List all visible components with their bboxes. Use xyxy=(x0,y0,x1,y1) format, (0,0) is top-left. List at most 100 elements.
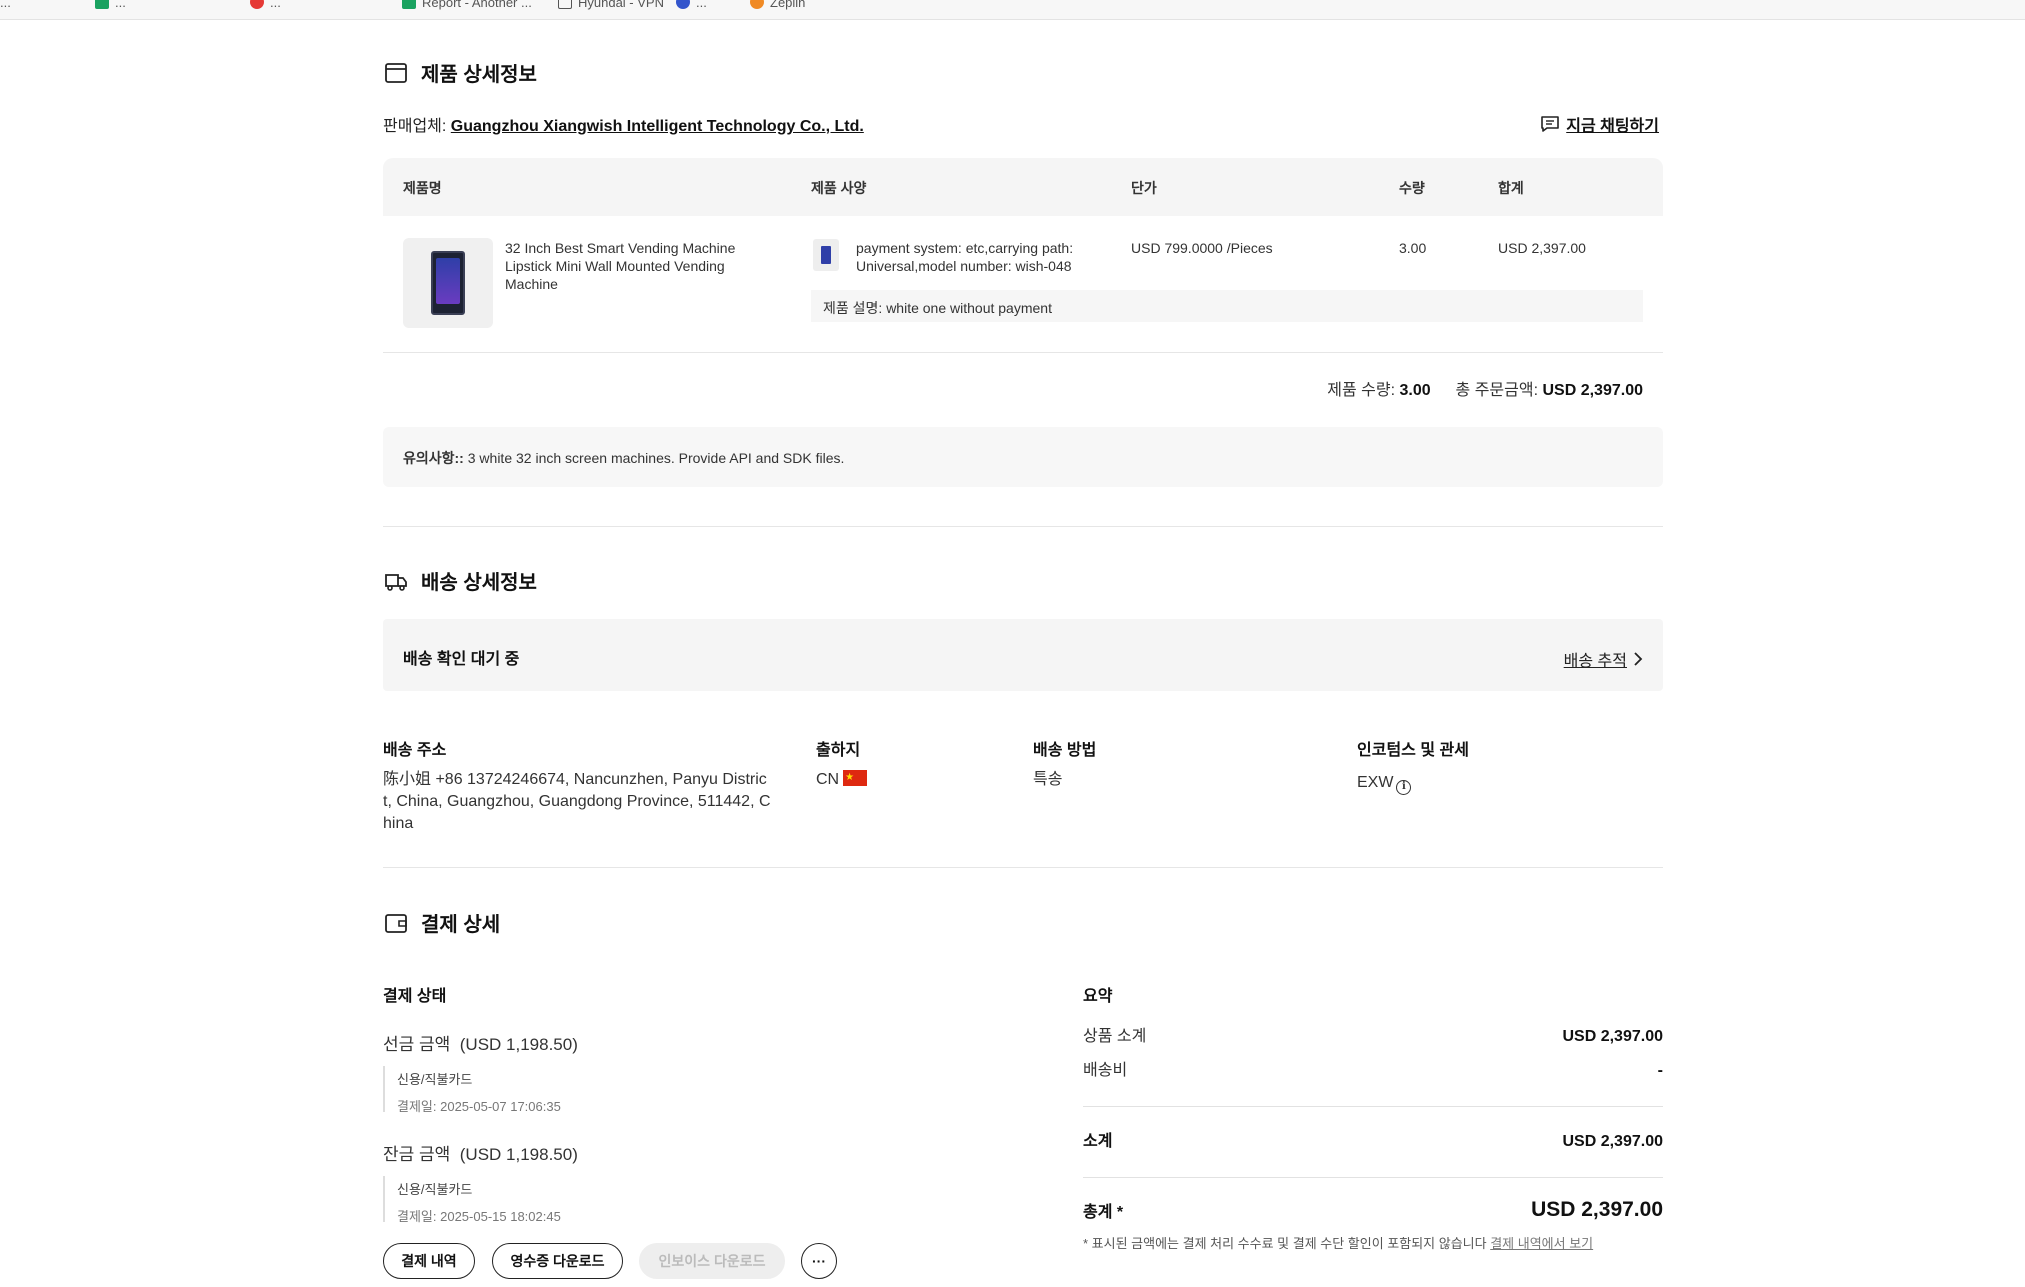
shipping-status-bar: 배송 확인 대기 중 배송 추적 xyxy=(383,619,1663,691)
deposit-amount: (USD 1,198.50) xyxy=(459,1035,578,1054)
summary-label: 요약 xyxy=(1083,988,1113,1005)
shipping-section-title: 배송 상세정보 xyxy=(383,566,537,595)
product-description: 제품 설명: white one without payment xyxy=(811,290,1643,322)
bookmark-item[interactable]: ... xyxy=(0,0,11,12)
vending-machine-image xyxy=(431,251,465,315)
chat-now-link[interactable]: 지금 채팅하기 xyxy=(1540,112,1659,136)
seller-label: 판매업체: xyxy=(383,118,447,135)
shipping-fee-label: 배송비 xyxy=(1083,1062,1128,1079)
bookmark-item[interactable]: ... xyxy=(676,0,707,12)
receipt-download-button[interactable]: 영수증 다운로드 xyxy=(492,1243,623,1279)
balance-method: 신용/직불카드 xyxy=(397,1182,473,1197)
chat-icon xyxy=(1541,116,1560,132)
bookmark-item[interactable]: Report - Another ... xyxy=(402,0,532,12)
origin-label: 출하지 xyxy=(816,742,861,759)
bookmark-label: ... xyxy=(115,0,126,10)
product-section-heading: 제품 상세정보 xyxy=(421,64,537,86)
col-product-spec: 제품 사양 xyxy=(811,180,867,196)
timeline-bar xyxy=(383,1176,385,1222)
product-table-header: 제품명 제품 사양 단가 수량 합계 xyxy=(383,158,1663,216)
sheets-icon xyxy=(95,0,109,9)
bookmark-label: Zeplin xyxy=(770,0,806,10)
deposit-method: 신용/직불카드 xyxy=(397,1072,473,1087)
order-note: 유의사항:: 3 white 32 inch screen machines. … xyxy=(383,427,1663,487)
divider xyxy=(1083,1106,1663,1107)
incoterms-label: 인코텀스 및 관세 xyxy=(1357,742,1469,759)
subtotal-label: 소계 xyxy=(1083,1133,1113,1150)
deposit-row: 선금 금액 (USD 1,198.50) xyxy=(383,1034,578,1056)
quantity: 3.00 xyxy=(1399,240,1427,256)
payment-footnote: * 표시된 금액에는 결제 처리 수수료 및 결제 수단 할인이 포함되지 않습… xyxy=(1083,1236,1594,1251)
line-total: USD 2,397.00 xyxy=(1498,240,1586,256)
timeline-bar xyxy=(383,1066,385,1112)
summary-total-value: USD 2,397.00 xyxy=(1542,382,1643,399)
summary-qty-label: 제품 수량: xyxy=(1327,382,1396,399)
bookmark-item[interactable]: ... xyxy=(250,0,281,12)
track-shipment-label: 배송 추적 xyxy=(1563,653,1627,670)
bookmark-label: ... xyxy=(0,0,11,10)
divider xyxy=(383,352,1663,353)
deposit-label: 선금 금액 xyxy=(383,1035,451,1054)
chevron-right-icon xyxy=(1634,652,1643,666)
payment-section-title: 결제 상세 xyxy=(383,908,500,937)
col-product-name: 제품명 xyxy=(403,180,442,196)
bookmark-item[interactable]: Hyundai - VPN xyxy=(558,0,664,12)
balance-date: 결제일: 2025-05-15 18:02:45 xyxy=(397,1209,561,1224)
balance-row: 잔금 금액 (USD 1,198.50) xyxy=(383,1144,578,1166)
balance-amount: (USD 1,198.50) xyxy=(459,1145,578,1164)
product-name[interactable]: 32 Inch Best Smart Vending Machine Lipst… xyxy=(505,239,775,293)
page-icon xyxy=(558,0,572,9)
view-payment-history-link[interactable]: 결제 내역에서 보기 xyxy=(1490,1236,1593,1251)
payment-history-button[interactable]: 결제 내역 xyxy=(383,1243,475,1279)
seller-row: 판매업체: Guangzhou Xiangwish Intelligent Te… xyxy=(383,112,864,136)
china-flag-icon xyxy=(843,767,868,789)
shipping-fee-value: - xyxy=(1657,1062,1663,1079)
balance-label: 잔금 금액 xyxy=(383,1145,451,1164)
origin-value: CN xyxy=(816,767,868,791)
bookmark-item[interactable]: ... xyxy=(95,0,126,12)
spec-thumbnail xyxy=(813,239,839,271)
shipping-section-heading: 배송 상세정보 xyxy=(421,572,537,594)
divider xyxy=(1083,1177,1663,1178)
shipping-address: 陈小姐 +86 13724246674, Nancunzhen, Panyu D… xyxy=(383,771,771,832)
goods-subtotal-value: USD 2,397.00 xyxy=(1562,1028,1663,1045)
track-shipment-link[interactable]: 배송 추적 xyxy=(1564,647,1643,671)
info-icon[interactable]: i xyxy=(1396,779,1412,795)
bookmark-label: Hyundai - VPN xyxy=(578,0,664,10)
chat-now-label: 지금 채팅하기 xyxy=(1566,118,1659,135)
col-total: 합계 xyxy=(1498,180,1524,196)
bookmarks-bar: ... ... ... Report - Another ... Hyundai… xyxy=(0,0,2025,20)
note-label: 유의사항:: xyxy=(403,450,464,466)
bookmark-favicon-icon xyxy=(676,0,690,9)
subtotal-value: USD 2,397.00 xyxy=(1562,1133,1663,1150)
product-thumbnail[interactable] xyxy=(403,238,493,328)
col-quantity: 수량 xyxy=(1399,180,1425,196)
seller-name-link[interactable]: Guangzhou Xiangwish Intelligent Technolo… xyxy=(451,118,864,135)
divider xyxy=(383,526,1663,527)
bookmark-favicon-icon xyxy=(250,0,264,9)
invoice-download-button[interactable]: 인보이스 다운로드 xyxy=(639,1243,785,1279)
grand-total-value: USD 2,397.00 xyxy=(1531,1198,1663,1221)
payment-status-label: 결제 상태 xyxy=(383,988,447,1005)
bookmark-label: Report - Another ... xyxy=(422,0,532,10)
col-unit-price: 단가 xyxy=(1131,180,1157,196)
sheets-icon xyxy=(402,0,416,9)
more-options-button[interactable]: ··· xyxy=(801,1243,837,1279)
shipping-method-label: 배송 방법 xyxy=(1033,742,1097,759)
unit-price: USD 799.0000 /Pieces xyxy=(1131,240,1273,256)
order-summary-row: 제품 수량: 3.00 총 주문금액: USD 2,397.00 xyxy=(1327,376,1643,400)
delivery-truck-icon xyxy=(385,573,407,591)
goods-subtotal-label: 상품 소계 xyxy=(1083,1028,1147,1045)
divider xyxy=(383,867,1663,868)
shipping-status: 배송 확인 대기 중 xyxy=(403,651,520,668)
zeplin-icon xyxy=(750,0,764,9)
deposit-date: 결제일: 2025-05-07 17:06:35 xyxy=(397,1099,561,1114)
grand-total-label: 총계 * xyxy=(1083,1204,1124,1221)
wallet-icon xyxy=(385,913,407,933)
summary-total-label: 총 주문금액: xyxy=(1455,382,1539,399)
address-label: 배송 주소 xyxy=(383,742,447,759)
shipping-method-value: 특송 xyxy=(1033,771,1063,788)
storefront-icon xyxy=(385,62,407,83)
product-section-title: 제품 상세정보 xyxy=(383,58,537,87)
bookmark-item[interactable]: Zeplin xyxy=(750,0,805,12)
